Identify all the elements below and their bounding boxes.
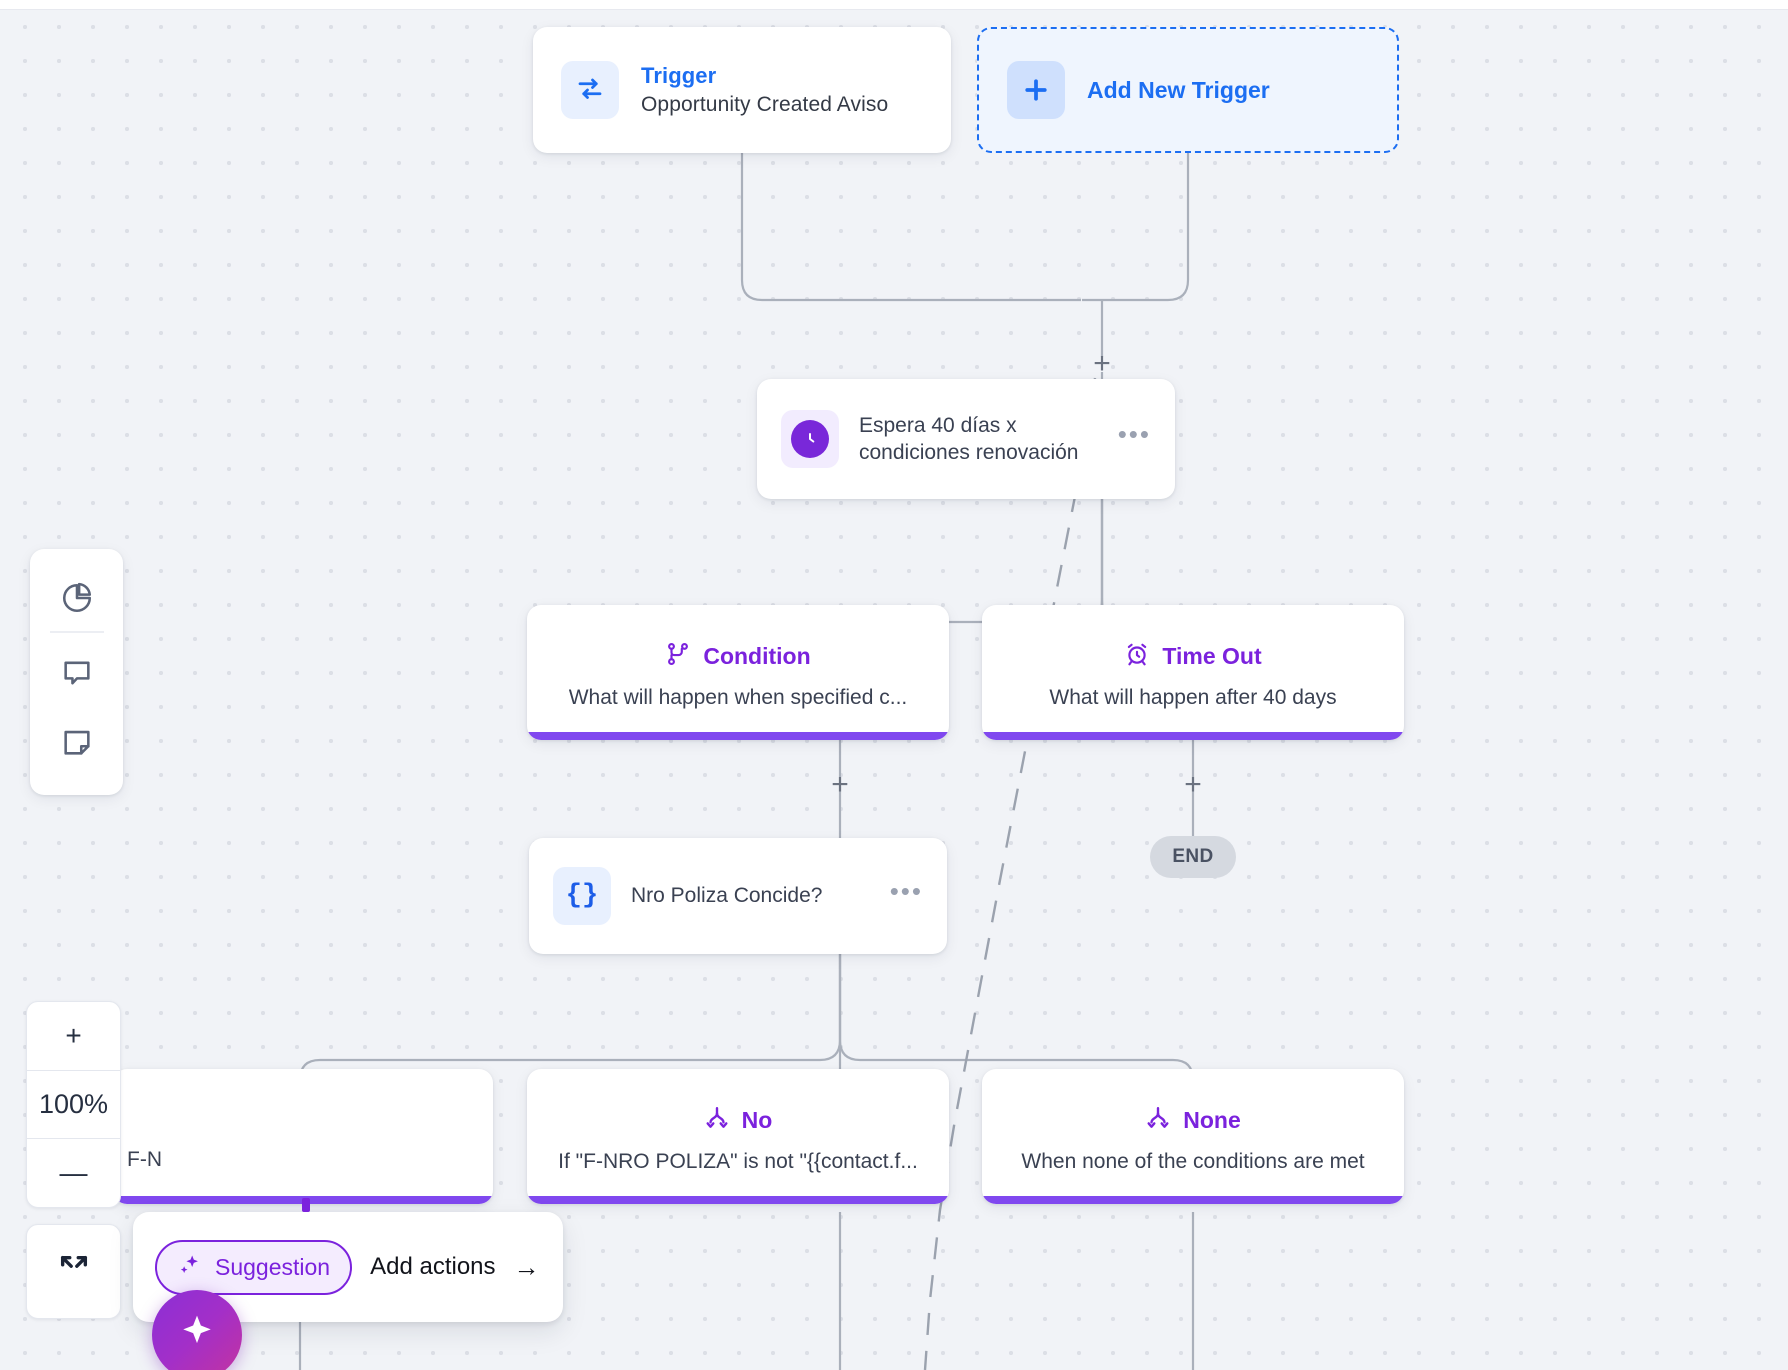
end-node: END	[1150, 836, 1236, 878]
canvas-tool-panel	[30, 549, 123, 795]
trigger-kicker: Trigger	[641, 63, 717, 88]
branch-split-icon	[665, 641, 691, 672]
suggestion-anchor-tick	[302, 1198, 310, 1212]
branch-card-no[interactable]: No If "F-NRO POLIZA" is not "{{contact.f…	[527, 1069, 949, 1204]
trigger-name: Opportunity Created Aviso	[641, 93, 889, 116]
branch-card-timeout[interactable]: Time Out What will happen after 40 days	[982, 605, 1404, 740]
json-condition-menu-button[interactable]: •••	[890, 878, 923, 906]
branch-subtitle: What will happen after 40 days	[1049, 686, 1337, 709]
json-condition-label: Nro Poliza Concide?	[631, 884, 823, 907]
json-condition-node[interactable]: {} Nro Poliza Concide? •••	[529, 838, 947, 954]
branch-subtitle: When none of the conditions are met	[1021, 1150, 1365, 1173]
branch-title: Time Out	[1162, 643, 1262, 669]
alarm-clock-icon	[1124, 641, 1150, 672]
curly-braces-icon: {}	[553, 867, 611, 925]
branch-card-condition[interactable]: Condition What will happen when specifie…	[527, 605, 949, 740]
suggestion-pill[interactable]: Suggestion	[155, 1239, 353, 1295]
add-new-trigger-button[interactable]: Add New Trigger	[977, 27, 1399, 153]
end-node-label: END	[1172, 846, 1214, 867]
wait-node-label: Espera 40 días x condiciones renovación	[859, 413, 1079, 464]
branch-subtitle: If "F-NRO POLIZA" is not "{{contact.f...	[558, 1150, 918, 1173]
workflow-canvas[interactable]: Trigger Opportunity Created Aviso Add Ne…	[0, 0, 1788, 1370]
branch-title: Condition	[703, 643, 811, 669]
ai-assistant-button[interactable]	[152, 1290, 242, 1370]
fit-to-screen-button[interactable]	[26, 1224, 121, 1319]
top-bar-strip	[0, 0, 1788, 9]
suggestion-pill-label: Suggestion	[215, 1253, 331, 1280]
sparkles-icon	[177, 1252, 203, 1283]
arrow-right-icon[interactable]: →	[514, 1254, 540, 1280]
zoom-out-button[interactable]: —	[27, 1138, 120, 1207]
comment-bubble-icon[interactable]	[50, 645, 104, 699]
add-actions-label[interactable]: Add actions	[370, 1253, 495, 1281]
branch-subtitle: F-N	[127, 1148, 162, 1171]
two-way-arrows-icon	[561, 61, 619, 119]
zoom-in-button[interactable]: +	[27, 1002, 120, 1070]
branch-title: No	[741, 1107, 773, 1133]
sparkle-icon	[175, 1311, 219, 1360]
zoom-level-label[interactable]: 100%	[27, 1069, 120, 1139]
zoom-control-panel: + 100% —	[26, 1001, 121, 1208]
add-step-handle-main[interactable]: +	[1087, 349, 1117, 379]
branch-subtitle: What will happen when specified c...	[568, 686, 908, 709]
plus-icon	[1007, 61, 1065, 119]
fit-to-screen-icon	[57, 1252, 91, 1291]
note-page-icon[interactable]	[50, 715, 104, 769]
pie-chart-icon[interactable]	[50, 571, 104, 625]
add-step-handle-condition[interactable]: +	[825, 770, 855, 800]
branch-title: None	[1183, 1107, 1241, 1133]
clock-icon	[781, 410, 839, 468]
add-step-handle-timeout[interactable]: +	[1178, 770, 1208, 800]
wait-node[interactable]: Espera 40 días x condiciones renovación …	[757, 379, 1175, 499]
branch-card-none[interactable]: None When none of the conditions are met	[982, 1069, 1404, 1204]
branch-fork-icon	[704, 1105, 730, 1136]
add-new-trigger-label: Add New Trigger	[1087, 76, 1270, 103]
branch-fork-icon	[1145, 1105, 1171, 1136]
branch-card-clipped[interactable]: F-N	[113, 1069, 493, 1204]
wait-node-menu-button[interactable]: •••	[1118, 421, 1151, 449]
trigger-node[interactable]: Trigger Opportunity Created Aviso	[533, 27, 951, 153]
tool-panel-divider	[49, 631, 104, 633]
top-bar-divider	[0, 9, 1788, 10]
